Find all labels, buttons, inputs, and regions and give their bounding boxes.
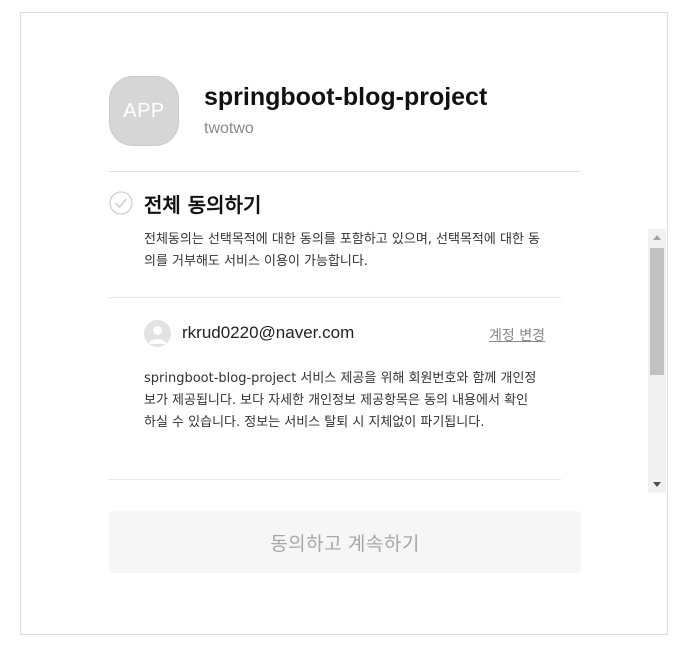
section-divider-bottom [109, 479, 561, 480]
agree-continue-label: 동의하고 계속하기 [270, 533, 420, 555]
scroll-up-arrow-icon[interactable] [648, 229, 666, 246]
check-circle-icon[interactable] [109, 191, 133, 215]
agree-all-description: 전체동의는 선택목적에 대한 동의를 포함하고 있으며, 선택목적에 대한 동의… [144, 232, 540, 269]
change-account-link[interactable]: 계정 변경 [489, 325, 545, 345]
app-name: springboot-blog-project [204, 83, 488, 111]
consent-card: APP springboot-blog-project twotwo 전체 동의… [20, 12, 668, 635]
consent-scroll-area[interactable]: rkrud0220@naver.com 계정 변경 springboot-blo… [109, 297, 561, 481]
app-icon: APP [109, 76, 179, 146]
consent-description: springboot-blog-project 서비스 제공을 위해 회원번호와… [144, 371, 537, 430]
user-silhouette-icon [149, 326, 166, 344]
app-developer: twotwo [204, 120, 254, 137]
scrollbar-thumb[interactable] [650, 248, 664, 375]
section-divider [109, 297, 561, 298]
agree-all-checkbox-label[interactable]: 전체 동의하기 [144, 189, 261, 218]
app-icon-label: APP [123, 99, 165, 122]
agree-continue-button[interactable]: 동의하고 계속하기 [109, 511, 581, 573]
vertical-scrollbar[interactable] [648, 229, 666, 493]
account-email: rkrud0220@naver.com [182, 323, 355, 342]
scroll-down-arrow-icon[interactable] [648, 476, 666, 493]
header-divider [109, 171, 581, 172]
user-avatar-icon [144, 320, 171, 347]
